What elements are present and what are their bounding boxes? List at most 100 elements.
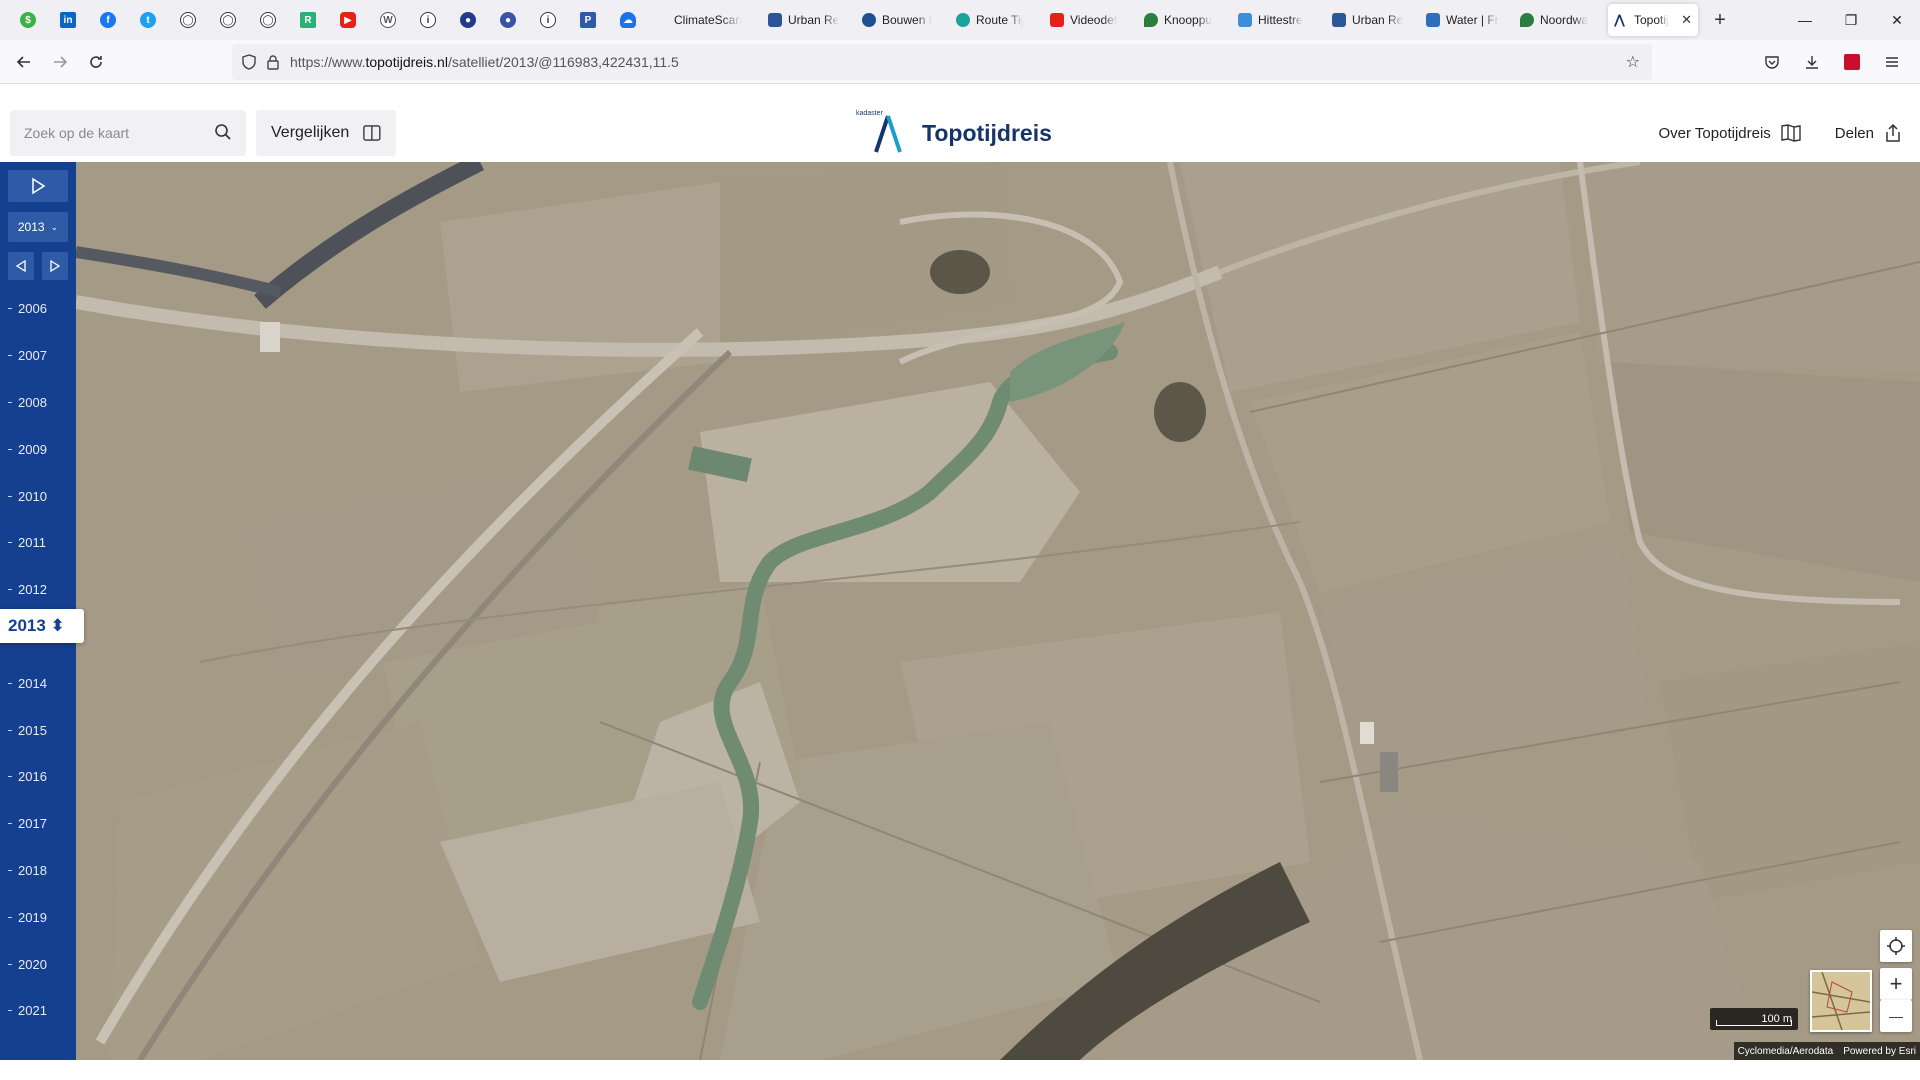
- pinned-tab[interactable]: ◯: [248, 0, 288, 40]
- year-2012[interactable]: 2012: [0, 579, 76, 599]
- zoom-in-button[interactable]: +: [1880, 968, 1912, 1000]
- downloads-button[interactable]: [1794, 44, 1830, 80]
- reload-button[interactable]: [78, 44, 114, 80]
- url-bar[interactable]: https://www.topotijdreis.nl/satelliet/20…: [232, 44, 1652, 80]
- tab-title: Bouwen t: [882, 13, 933, 27]
- pinned-tab[interactable]: f: [88, 0, 128, 40]
- pinned-tab[interactable]: ☁: [608, 0, 648, 40]
- locate-button[interactable]: [1880, 930, 1912, 962]
- arrow-right-icon: [54, 55, 68, 68]
- tab-title: Hittestre: [1258, 13, 1303, 27]
- tab-noordwa[interactable]: Noordwa: [1514, 4, 1608, 36]
- tab-urban-re-2[interactable]: Urban Re: [1326, 4, 1420, 36]
- map-view[interactable]: + —: [0, 162, 1920, 1060]
- tab-climatescan[interactable]: ClimateScan: [668, 4, 762, 36]
- pinned-tab[interactable]: ●: [488, 0, 528, 40]
- close-window-button[interactable]: ✕: [1874, 0, 1920, 40]
- triangle-left-icon: [15, 260, 26, 272]
- year-label: 2020: [18, 956, 47, 972]
- bookmark-star-icon[interactable]: ☆: [1626, 52, 1640, 72]
- next-year-button[interactable]: [42, 252, 68, 280]
- menu-button[interactable]: [1874, 44, 1910, 80]
- tab-title: Noordwa: [1540, 13, 1589, 27]
- pinned-tab[interactable]: i: [528, 0, 568, 40]
- pinned-tab[interactable]: i: [408, 0, 448, 40]
- p-app-icon: P: [580, 12, 596, 28]
- minimize-button[interactable]: —: [1782, 0, 1828, 40]
- scale-bar: 100 m: [1710, 1008, 1798, 1030]
- year-2017[interactable]: 2017: [0, 813, 76, 833]
- year-tick: [8, 307, 12, 309]
- year-2016[interactable]: 2016: [0, 766, 76, 786]
- year-2008[interactable]: 2008: [0, 392, 76, 412]
- year-2020[interactable]: 2020: [0, 954, 76, 974]
- year-2010[interactable]: 2010: [0, 486, 76, 506]
- tab-bouwen[interactable]: Bouwen t: [856, 4, 950, 36]
- year-tick: [8, 588, 12, 590]
- pinned-tab[interactable]: in: [48, 0, 88, 40]
- url-path: /satelliet/2013/@116983,422431,11.5: [447, 54, 679, 70]
- download-icon: [1806, 56, 1818, 69]
- pinned-tab[interactable]: ▶: [328, 0, 368, 40]
- previous-year-button[interactable]: [8, 252, 34, 280]
- share-button[interactable]: Delen: [1835, 123, 1902, 143]
- youtube-icon: ▶: [340, 12, 356, 28]
- extension-button[interactable]: [1834, 44, 1870, 80]
- about-button[interactable]: Over Topotijdreis: [1659, 124, 1801, 142]
- pinned-tab[interactable]: ◯: [208, 0, 248, 40]
- attribution-source[interactable]: Cyclomedia/Aerodata: [1738, 1046, 1834, 1057]
- year-2006[interactable]: 2006: [0, 298, 76, 318]
- year-2007[interactable]: 2007: [0, 345, 76, 365]
- restore-button[interactable]: ❐: [1828, 0, 1874, 40]
- tab-title: Topotij: [1634, 13, 1669, 27]
- year-tick: [8, 963, 12, 965]
- attribution-esri[interactable]: Powered by Esri: [1843, 1046, 1916, 1057]
- year-2009[interactable]: 2009: [0, 439, 76, 459]
- year-2015[interactable]: 2015: [0, 720, 76, 740]
- pinned-tab[interactable]: ◯: [168, 0, 208, 40]
- year-2018[interactable]: 2018: [0, 860, 76, 880]
- year-2013-current[interactable]: 2013 ⬍: [0, 609, 84, 643]
- year-2021[interactable]: 2021: [0, 1000, 76, 1020]
- year-select[interactable]: 2013 ⌄: [8, 212, 68, 242]
- year-2011[interactable]: 2011: [0, 532, 76, 552]
- pinned-tabs: $ in f t ◯ ◯ ◯ R ▶ W i ● ● i P ☁: [0, 0, 648, 40]
- timeline-sidebar: 2013 ⌄ 2006 2007 2008 2009 2010 2011 201…: [0, 162, 84, 1060]
- tab-water[interactable]: Water | Fr: [1420, 4, 1514, 36]
- app-header: Vergelijken kadaster Topotijdreis Over T…: [0, 104, 1920, 162]
- year-2019[interactable]: 2019: [0, 907, 76, 927]
- compare-button[interactable]: Vergelijken: [256, 110, 396, 156]
- tab-hittestre[interactable]: Hittestre: [1232, 4, 1326, 36]
- year-label: 2008: [18, 394, 47, 410]
- pinned-tab[interactable]: $: [8, 0, 48, 40]
- pocket-button[interactable]: [1754, 44, 1790, 80]
- pinned-tab[interactable]: ●: [448, 0, 488, 40]
- forward-button[interactable]: [42, 44, 78, 80]
- browser-tab-bar: $ in f t ◯ ◯ ◯ R ▶ W i ● ● i P ☁ Climate…: [0, 0, 1920, 40]
- tab-knooppu[interactable]: Knooppu: [1138, 4, 1232, 36]
- back-button[interactable]: [6, 44, 42, 80]
- pinned-tab[interactable]: W: [368, 0, 408, 40]
- new-tab-button[interactable]: +: [1704, 4, 1736, 36]
- tab-topotijdreis-active[interactable]: ⋀ Topotij ✕: [1608, 4, 1698, 36]
- play-button[interactable]: [8, 170, 68, 202]
- compare-label: Vergelijken: [271, 124, 350, 141]
- search-icon[interactable]: [214, 123, 232, 141]
- tab-videodet[interactable]: Videodet: [1044, 4, 1138, 36]
- brand[interactable]: kadaster Topotijdreis: [856, 110, 1052, 156]
- year-2014[interactable]: 2014: [0, 673, 76, 693]
- zoom-out-button[interactable]: —: [1880, 1000, 1912, 1032]
- pinned-tab[interactable]: R: [288, 0, 328, 40]
- search-input[interactable]: [24, 125, 204, 141]
- year-stepper: [8, 252, 68, 282]
- pinned-tab[interactable]: P: [568, 0, 608, 40]
- tab-route[interactable]: Route Tij: [950, 4, 1044, 36]
- tab-title: ClimateScan: [674, 13, 743, 27]
- tab-favicon-icon: [956, 13, 970, 27]
- close-tab-icon[interactable]: ✕: [1681, 12, 1692, 28]
- tab-urban-re[interactable]: Urban Re: [762, 4, 856, 36]
- year-tick: [8, 354, 12, 356]
- basemap-toggle[interactable]: [1810, 970, 1872, 1032]
- pinned-tab[interactable]: t: [128, 0, 168, 40]
- year-label: 2016: [18, 768, 47, 784]
